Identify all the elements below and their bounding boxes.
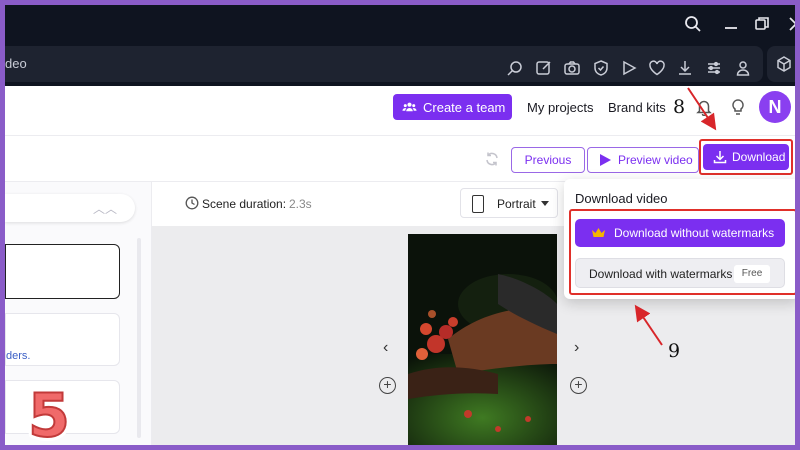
clock-icon xyxy=(185,196,199,210)
lightbulb-icon[interactable] xyxy=(729,98,747,116)
screenshot-frame: deo Create a team My projects Brand kits… xyxy=(5,5,795,445)
zoom-icon[interactable] xyxy=(506,59,524,77)
heart-icon[interactable] xyxy=(648,59,666,77)
crown-icon xyxy=(592,228,605,237)
scene-card-link[interactable]: ders. xyxy=(6,350,30,362)
shield-icon[interactable] xyxy=(592,59,610,77)
scene-card[interactable]: ders. xyxy=(5,313,120,366)
download-icon[interactable] xyxy=(676,59,694,77)
person-icon[interactable] xyxy=(734,59,752,77)
create-team-button[interactable]: Create a team xyxy=(393,94,512,120)
minimize-icon[interactable] xyxy=(721,14,741,34)
left-panel-scrollbar[interactable] xyxy=(137,238,141,438)
os-title-bar xyxy=(5,5,795,42)
download-without-watermarks-button[interactable]: Download without watermarks xyxy=(575,219,785,247)
team-icon xyxy=(402,102,417,111)
address-text: deo xyxy=(5,56,27,71)
previous-button[interactable]: Previous xyxy=(511,147,585,173)
scene-card-selected[interactable] xyxy=(5,244,120,299)
download-menu-title: Download video xyxy=(575,191,668,206)
camera-icon[interactable] xyxy=(563,59,581,77)
sliders-icon[interactable] xyxy=(705,59,723,77)
add-scene-left-icon[interactable]: + xyxy=(379,377,396,394)
avatar[interactable]: N xyxy=(759,91,791,123)
download-label: Download xyxy=(732,150,786,164)
my-projects-link[interactable]: My projects xyxy=(527,100,593,115)
download-button[interactable]: Download xyxy=(703,144,789,170)
previous-label: Previous xyxy=(524,153,572,167)
video-frame-image[interactable] xyxy=(408,234,557,445)
scene-duration-value[interactable]: 2.3s xyxy=(289,197,312,211)
download-without-watermarks-label: Download without watermarks xyxy=(614,226,775,240)
search-icon[interactable] xyxy=(683,14,703,34)
scene-duration-label: Scene duration: xyxy=(202,197,287,211)
extensions-area xyxy=(767,46,795,82)
download-icon xyxy=(713,151,727,164)
restore-icon[interactable] xyxy=(752,14,772,34)
brand-kits-link[interactable]: Brand kits xyxy=(608,100,666,115)
annotation-step-8: 8 xyxy=(673,96,686,118)
play-icon xyxy=(600,154,611,166)
chevron-left-icon[interactable]: ‹ xyxy=(383,339,388,357)
chevron-right-icon[interactable]: › xyxy=(574,339,579,357)
app-top-nav: Create a team My projects Brand kits 8 N xyxy=(5,86,795,136)
caret-down-icon xyxy=(541,201,549,206)
free-badge: Free xyxy=(734,265,770,283)
annotation-step-9: 9 xyxy=(668,340,681,362)
preview-video-button[interactable]: Preview video xyxy=(587,147,699,173)
phone-portrait-icon xyxy=(472,195,484,213)
sync-icon[interactable] xyxy=(483,150,501,168)
bell-icon[interactable] xyxy=(695,98,713,116)
play-icon[interactable] xyxy=(620,59,638,77)
step-five-logo: 5 5 xyxy=(18,377,80,445)
download-with-watermarks-label: Download with watermarks xyxy=(589,267,733,281)
cube-icon[interactable] xyxy=(775,55,793,73)
logo-digit: 5 xyxy=(28,382,70,444)
editor-toolbar: Previous Preview video Download xyxy=(5,136,795,182)
chevron-up-icon[interactable]: ︿︿ xyxy=(93,200,117,217)
orientation-select[interactable]: Portrait xyxy=(460,188,558,218)
create-team-label: Create a team xyxy=(423,99,506,115)
download-with-watermarks-button[interactable]: Download with watermarks Free xyxy=(575,258,785,288)
orientation-label: Portrait xyxy=(497,197,536,211)
browser-toolbar: deo xyxy=(5,42,795,86)
scene-search-pill[interactable]: ︿︿ xyxy=(5,194,135,222)
preview-video-label: Preview video xyxy=(618,153,693,167)
address-bar[interactable]: deo xyxy=(5,46,763,82)
edit-icon[interactable] xyxy=(535,59,553,77)
add-scene-right-icon[interactable]: + xyxy=(570,377,587,394)
close-icon[interactable] xyxy=(786,14,795,34)
